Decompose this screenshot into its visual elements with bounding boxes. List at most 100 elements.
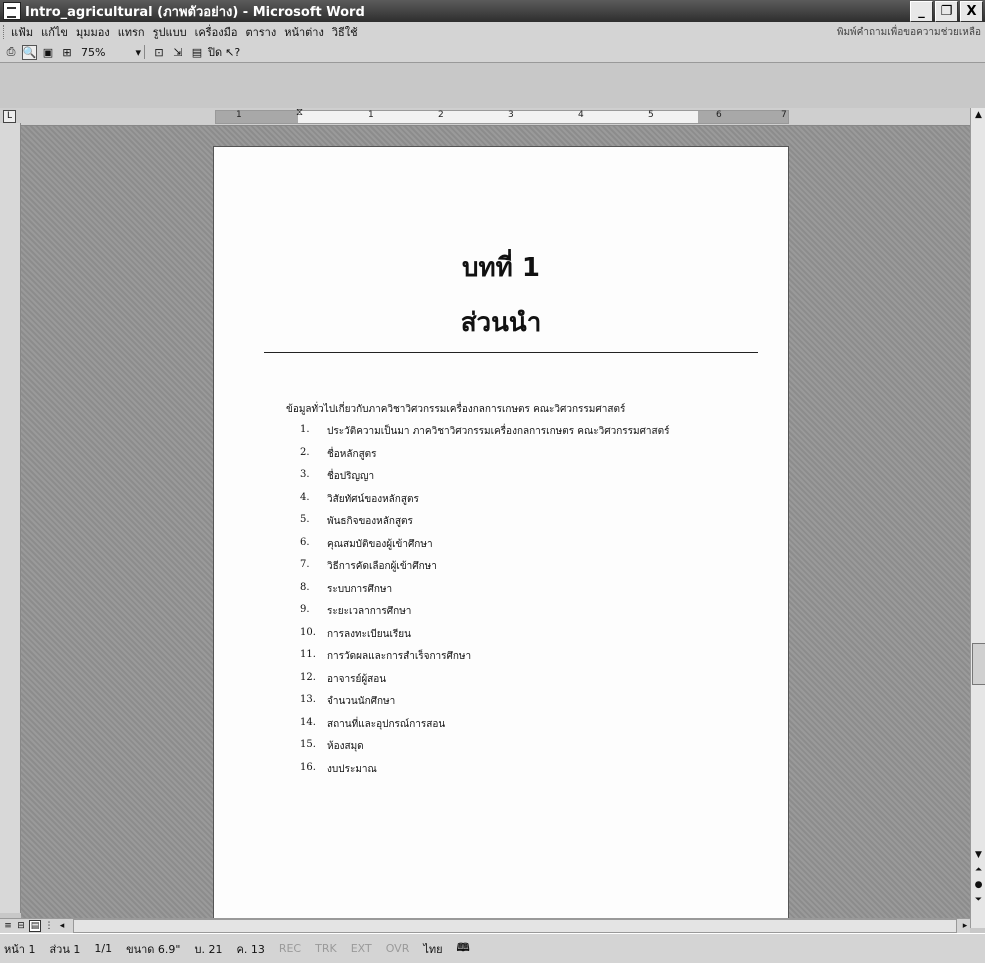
right-margin-zone[interactable] — [698, 111, 788, 123]
menu-view[interactable]: มุมมอง — [76, 23, 110, 41]
magnifier-icon[interactable]: 🔍 — [22, 44, 37, 60]
status-ext[interactable]: EXT — [351, 942, 372, 955]
print-layout-icon[interactable]: ▤ — [29, 920, 41, 932]
ruler-number: 1 — [236, 110, 242, 120]
chapter-title: ส่วนนำ — [460, 308, 542, 338]
list-item-text: ชื่อหลักสูตร — [327, 448, 377, 460]
list-item-text: ประวัติความเป็นมา ภาควิชาวิศวกรรมเครื่อง… — [327, 426, 670, 437]
view-ruler-icon[interactable]: ⊡ — [151, 44, 167, 60]
status-ovr[interactable]: OVR — [386, 942, 410, 955]
menu-table[interactable]: ตาราง — [245, 23, 276, 41]
multiple-pages-icon[interactable]: ⊞ — [59, 44, 75, 60]
ruler-number: 4 — [578, 110, 584, 120]
status-page: หน้า 1 — [4, 942, 36, 956]
list-item: 1. ประวัติความเป็นมา ภาควิชาวิศวกรรมเครื่… — [300, 424, 670, 447]
menu-file[interactable]: แฟ้ม — [11, 23, 33, 41]
list-item-number: 11. — [300, 649, 316, 660]
menu-help[interactable]: วิธีใช้ — [332, 23, 358, 41]
next-page-icon[interactable]: ⏷ — [971, 893, 985, 907]
web-layout-icon[interactable]: ⊟ — [16, 921, 26, 931]
view-bar: ≡ ⊟ ▤ ⋮ ◂ ▸ — [0, 918, 970, 933]
window-title: Intro_agricultural (ภาพตัวอย่าง) - Micro… — [25, 4, 365, 20]
list-item: 6. คุณสมบัติของผู้เข้าศึกษา — [300, 537, 670, 560]
spelling-status-icon[interactable]: 🕮 — [457, 939, 470, 958]
indent-marker-icon[interactable]: ⧖ — [296, 107, 303, 118]
scroll-right-icon[interactable]: ▸ — [960, 921, 970, 931]
list-item-text: ระบบการศึกษา — [327, 583, 393, 595]
vertical-scrollbar[interactable]: ▲ ▼ ⏶ ● ⏷ — [970, 108, 985, 928]
menu-window[interactable]: หน้าต่าง — [284, 23, 324, 41]
status-line: บ. 21 — [194, 942, 223, 956]
close-preview-button[interactable]: ปิด — [208, 44, 222, 60]
normal-view-icon[interactable]: ≡ — [3, 921, 13, 931]
toolbar-separator — [144, 45, 145, 59]
ruler-number: 2 — [438, 110, 444, 120]
menu-format[interactable]: รูปแบบ — [153, 23, 187, 41]
status-position: ขนาด 6.9" — [126, 942, 181, 956]
one-page-icon[interactable]: ▣ — [40, 44, 56, 60]
heading-divider — [264, 352, 758, 353]
status-rec[interactable]: REC — [279, 942, 301, 955]
document-workspace: บทที่ 1 ส่วนนำ ข้อมูลทั่วไปเกี่ยวกับภาคว… — [21, 126, 970, 938]
browse-object-icon[interactable]: ● — [971, 878, 985, 892]
list-item-text: ชื่อปริญญา — [327, 471, 375, 482]
status-page-of: 1/1 — [94, 942, 113, 955]
restore-button[interactable]: ❐ — [935, 0, 958, 22]
outline-view-icon[interactable]: ⋮ — [44, 921, 54, 931]
status-trk[interactable]: TRK — [315, 942, 337, 955]
list-item: 14. สถานที่และอุปกรณ์การสอน — [300, 717, 670, 740]
list-item-number: 5. — [300, 514, 310, 525]
scroll-thumb[interactable] — [972, 643, 985, 685]
list-item: 3. ชื่อปริญญา — [300, 469, 670, 492]
list-item: 11. การวัดผลและการสำเร็จการศึกษา — [300, 649, 670, 672]
full-screen-icon[interactable]: ▤ — [189, 44, 205, 60]
minimize-button[interactable]: _ — [910, 0, 933, 22]
tab-selector[interactable]: L — [3, 110, 16, 123]
list-item: 8. ระบบการศึกษา — [300, 582, 670, 605]
print-preview-toolbar: ⎙ 🔍 ▣ ⊞ 75% ▾ ⊡ ⇲ ▤ ปิด ↖? — [0, 42, 985, 63]
list-item-number: 13. — [300, 694, 316, 705]
horizontal-scrollbar[interactable] — [73, 919, 957, 933]
list-item-text: พันธกิจของหลักสูตร — [327, 516, 413, 527]
list-item-number: 8. — [300, 581, 310, 593]
ruler-number: 7 — [781, 110, 787, 120]
help-label: ? — [234, 45, 241, 59]
document-page[interactable]: บทที่ 1 ส่วนนำ ข้อมูลทั่วไปเกี่ยวกับภาคว… — [213, 146, 789, 938]
vertical-ruler[interactable] — [0, 123, 21, 913]
zoom-value: 75% — [81, 45, 106, 59]
ruler-number: 1 — [368, 110, 374, 120]
menu-edit[interactable]: แก้ไข — [41, 23, 68, 41]
list-item-number: 12. — [300, 671, 316, 683]
status-column: ค. 13 — [236, 942, 265, 956]
intro-line: ข้อมูลทั่วไปเกี่ยวกับภาควิชาวิศวกรรมเครื… — [286, 404, 626, 415]
chapter-label: บทที่ 1 — [462, 253, 540, 283]
print-icon[interactable]: ⎙ — [3, 44, 19, 60]
previous-page-icon[interactable]: ⏶ — [971, 863, 985, 877]
ruler-number: 6 — [716, 110, 722, 120]
ruler-number: 3 — [508, 110, 514, 120]
menubar-grip[interactable] — [3, 25, 7, 39]
menu-insert[interactable]: แทรก — [118, 23, 145, 41]
title-bar: Intro_agricultural (ภาพตัวอย่าง) - Micro… — [0, 0, 985, 22]
shrink-to-fit-icon[interactable]: ⇲ — [170, 44, 186, 60]
list-item: 4. วิสัยทัศน์ของหลักสูตร — [300, 492, 670, 515]
close-button[interactable]: X — [960, 0, 983, 22]
context-help-icon[interactable]: ↖? — [225, 44, 240, 60]
ask-question-box[interactable]: พิมพ์คำถามเพื่อขอความช่วยเหลือ — [837, 25, 981, 40]
zoom-select[interactable]: 75% ▾ — [81, 46, 141, 59]
horizontal-ruler[interactable]: ⧖ 1 1 2 3 4 5 6 7 — [215, 107, 789, 124]
list-item: 2. ชื่อหลักสูตร — [300, 447, 670, 470]
list-item-number: 2. — [300, 446, 310, 458]
list-item-text: อาจารย์ผู้สอน — [327, 673, 387, 685]
list-item: 15. ห้องสมุด — [300, 739, 670, 762]
status-bar: หน้า 1 ส่วน 1 1/1 ขนาด 6.9" บ. 21 ค. 13 … — [0, 933, 985, 963]
menu-tools[interactable]: เครื่องมือ — [195, 23, 238, 41]
list-item-text: การวัดผลและการสำเร็จการศึกษา — [327, 651, 472, 662]
list-item-number: 15. — [300, 739, 316, 750]
scroll-down-icon[interactable]: ▼ — [971, 848, 985, 862]
left-margin-zone[interactable] — [216, 111, 298, 123]
menu-bar: แฟ้ม แก้ไข มุมมอง แทรก รูปแบบ เครื่องมือ… — [0, 22, 985, 42]
word-app-icon[interactable] — [3, 2, 21, 20]
scroll-left-icon[interactable]: ◂ — [57, 921, 67, 931]
scroll-up-icon[interactable]: ▲ — [971, 108, 985, 122]
